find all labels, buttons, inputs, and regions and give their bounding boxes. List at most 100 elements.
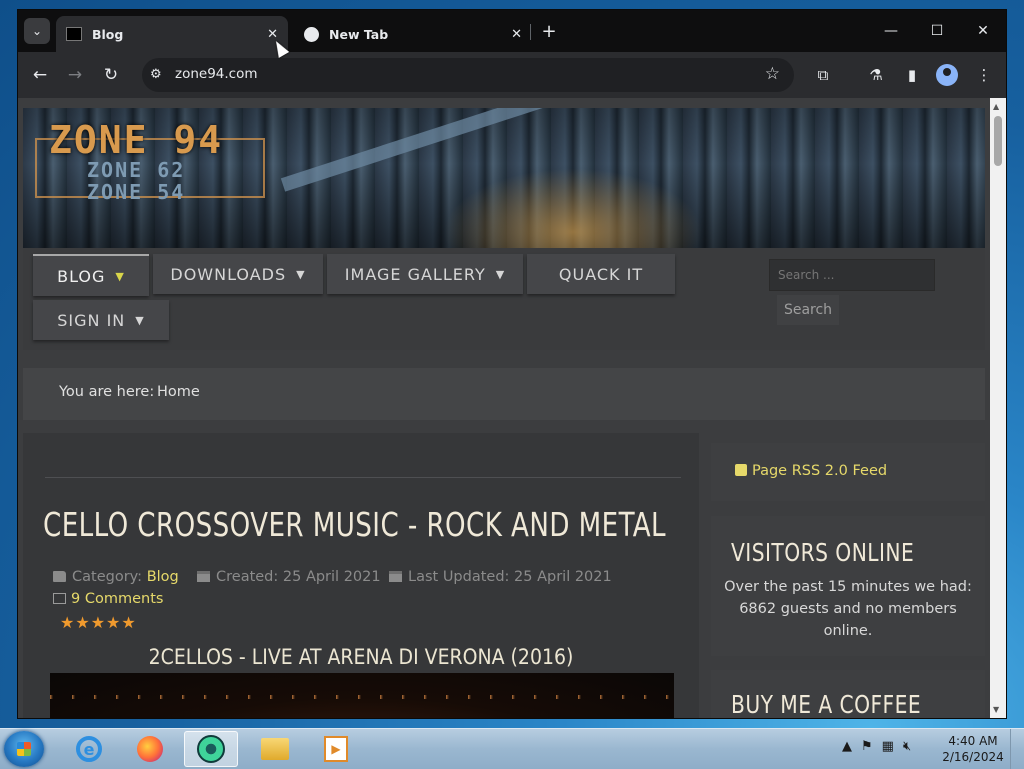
new-tab-button[interactable]: + bbox=[538, 20, 560, 42]
plus-icon: + bbox=[541, 20, 557, 42]
sidebar-rss-module: Page RSS 2.0 Feed bbox=[711, 443, 985, 501]
reload-button[interactable]: ↻ bbox=[100, 64, 122, 86]
breadcrumb-current: Home bbox=[157, 384, 200, 400]
site-favicon-icon bbox=[66, 27, 82, 41]
browser-toolbar: ← → ↻ ⚙ zone94.com ☆ ⧉ ⚗ ▮ ⋮ bbox=[18, 52, 1006, 98]
back-button[interactable]: ← bbox=[29, 64, 51, 86]
show-hidden-icons-icon[interactable]: ▲ bbox=[842, 739, 852, 754]
site-banner[interactable]: ZONE 94 ZONE 62 ZONE 54 bbox=[23, 108, 985, 248]
comments-count: 9 Comments bbox=[71, 591, 164, 607]
tab-strip: ⌄ Blog ✕ New Tab ✕ + — ☐ ✕ bbox=[18, 10, 1006, 52]
sidebar-visitors-module: VISITORS ONLINE Over the past 15 minutes… bbox=[711, 516, 985, 656]
maximize-button[interactable]: ☐ bbox=[926, 20, 948, 42]
tab-title: New Tab bbox=[329, 26, 389, 42]
main-navigation: BLOG ▼ DOWNLOADS ▼ IMAGE GALLERY ▼ QUACK IT… bbox=[23, 248, 985, 350]
taskbar-firefox[interactable] bbox=[123, 731, 177, 767]
menu-label: QUACK IT bbox=[558, 264, 644, 284]
site-info-icon[interactable]: ⚙ bbox=[150, 67, 166, 83]
network-icon[interactable]: ▦ bbox=[882, 739, 894, 754]
browser-window: ⌄ Blog ✕ New Tab ✕ + — ☐ ✕ ← → ↻ ⚙ zone9… bbox=[18, 10, 1006, 718]
internet-explorer-icon: e bbox=[76, 736, 102, 762]
flag-icon[interactable]: ⚑ bbox=[861, 739, 873, 754]
calendar-icon bbox=[197, 571, 210, 582]
menu-item-quack-it[interactable]: QUACK IT bbox=[527, 254, 675, 294]
menu-item-blog[interactable]: BLOG ▼ bbox=[33, 254, 149, 296]
clock-time: 4:40 AM bbox=[948, 734, 998, 748]
rss-link[interactable]: Page RSS 2.0 Feed bbox=[735, 463, 887, 479]
created-date: Created: 25 April 2021 bbox=[216, 569, 381, 585]
taskbar-chrome[interactable] bbox=[184, 731, 238, 767]
show-desktop-button[interactable] bbox=[1010, 729, 1024, 769]
chevron-down-icon: ⌄ bbox=[31, 24, 43, 38]
category-link[interactable]: Blog bbox=[147, 569, 179, 585]
tab-search-button[interactable]: ⌄ bbox=[24, 18, 50, 44]
system-tray: ▲ ⚑ ▦ 🔇︎ bbox=[842, 739, 920, 754]
logo-line-2: ZONE 62 bbox=[87, 158, 186, 182]
menu-label: BLOG bbox=[57, 266, 106, 286]
globe-icon bbox=[304, 26, 319, 42]
logo-line-3: ZONE 54 bbox=[87, 180, 186, 204]
close-window-button[interactable]: ✕ bbox=[972, 20, 994, 42]
windows-taskbar: e ▶ ▲ ⚑ ▦ 🔇︎ 4:40 AM 2/16/2024 bbox=[0, 728, 1024, 769]
site-logo[interactable]: ZONE 94 bbox=[49, 118, 223, 162]
kebab-menu-icon[interactable]: ⋮ bbox=[972, 63, 996, 87]
page-viewport: ZONE 94 ZONE 62 ZONE 54 BLOG ▼ DOWNLOADS ▼… bbox=[18, 98, 990, 718]
updated-date: Last Updated: 25 April 2021 bbox=[408, 569, 612, 585]
article-title[interactable]: CELLO CROSSOVER MUSIC - ROCK AND METAL bbox=[43, 505, 666, 544]
profile-avatar[interactable] bbox=[936, 64, 958, 86]
side-panel-icon[interactable]: ▮ bbox=[900, 63, 924, 87]
video-embed[interactable] bbox=[50, 673, 674, 718]
rss-label: Page RSS 2.0 Feed bbox=[752, 463, 888, 479]
start-button[interactable] bbox=[4, 731, 44, 767]
menu-label: DOWNLOADS bbox=[170, 264, 287, 284]
folder-icon bbox=[261, 738, 289, 760]
tab-close-icon[interactable]: ✕ bbox=[511, 27, 522, 42]
url-text[interactable]: zone94.com bbox=[175, 66, 258, 82]
menu-item-image-gallery[interactable]: IMAGE GALLERY ▼ bbox=[327, 254, 523, 294]
page-scrollbar[interactable]: ▲ ▼ bbox=[990, 98, 1006, 718]
forward-button[interactable]: → bbox=[64, 64, 86, 86]
video-frame-lights bbox=[50, 695, 674, 699]
firefox-icon bbox=[137, 736, 163, 762]
bookmark-star-icon[interactable]: ☆ bbox=[765, 64, 780, 84]
folder-icon bbox=[53, 571, 66, 582]
rating-stars[interactable]: ★★★★★ bbox=[60, 613, 137, 632]
volume-muted-icon[interactable]: 🔇︎ bbox=[903, 739, 911, 754]
rss-icon bbox=[735, 464, 747, 476]
minimize-button[interactable]: — bbox=[880, 20, 902, 42]
breadcrumb-label: You are here: bbox=[59, 384, 155, 400]
scroll-up-icon[interactable]: ▲ bbox=[993, 102, 999, 111]
tab-close-icon[interactable]: ✕ bbox=[267, 27, 278, 42]
scrollbar-thumb[interactable] bbox=[994, 116, 1002, 166]
scroll-down-icon[interactable]: ▼ bbox=[993, 705, 999, 714]
divider bbox=[45, 477, 681, 478]
comments-link[interactable]: 9 Comments bbox=[53, 591, 163, 607]
address-bar[interactable]: ⚙ zone94.com ☆ bbox=[142, 58, 794, 92]
menu-label: IMAGE GALLERY bbox=[344, 264, 486, 284]
taskbar-file-explorer[interactable] bbox=[248, 731, 302, 767]
visitors-text: Over the past 15 minutes we had: 6862 gu… bbox=[724, 579, 972, 639]
comment-icon bbox=[53, 593, 66, 604]
sidebar-coffee-module: BUY ME A COFFEE bbox=[711, 670, 985, 718]
tab-blog[interactable]: Blog ✕ bbox=[56, 16, 288, 52]
article-created: Created: 25 April 2021 bbox=[197, 569, 381, 585]
arrow-right-icon: → bbox=[67, 65, 83, 85]
taskbar-internet-explorer[interactable]: e bbox=[62, 731, 116, 767]
search-input[interactable] bbox=[769, 259, 935, 291]
labs-flask-icon[interactable]: ⚗ bbox=[864, 63, 888, 87]
menu-item-downloads[interactable]: DOWNLOADS ▼ bbox=[153, 254, 323, 294]
reload-icon: ↻ bbox=[103, 65, 119, 85]
tab-separator bbox=[530, 24, 531, 40]
menu-label: SIGN IN bbox=[57, 310, 126, 330]
tab-new-tab[interactable]: New Tab ✕ bbox=[296, 16, 532, 52]
system-clock[interactable]: 4:40 AM 2/16/2024 bbox=[940, 733, 1006, 765]
search-button[interactable]: Search bbox=[777, 295, 839, 325]
menu-item-sign-in[interactable]: SIGN IN ▼ bbox=[33, 300, 169, 340]
extensions-icon[interactable]: ⧉ bbox=[811, 63, 835, 87]
taskbar-media-player[interactable]: ▶ bbox=[309, 731, 363, 767]
caret-down-icon: ▼ bbox=[296, 267, 306, 281]
article-subtitle: 2CELLOS - LIVE AT ARENA DI VERONA (2016) bbox=[148, 645, 574, 669]
calendar-icon bbox=[389, 571, 402, 582]
caret-down-icon: ▼ bbox=[115, 269, 125, 283]
article-category: Category: Blog bbox=[53, 569, 179, 585]
